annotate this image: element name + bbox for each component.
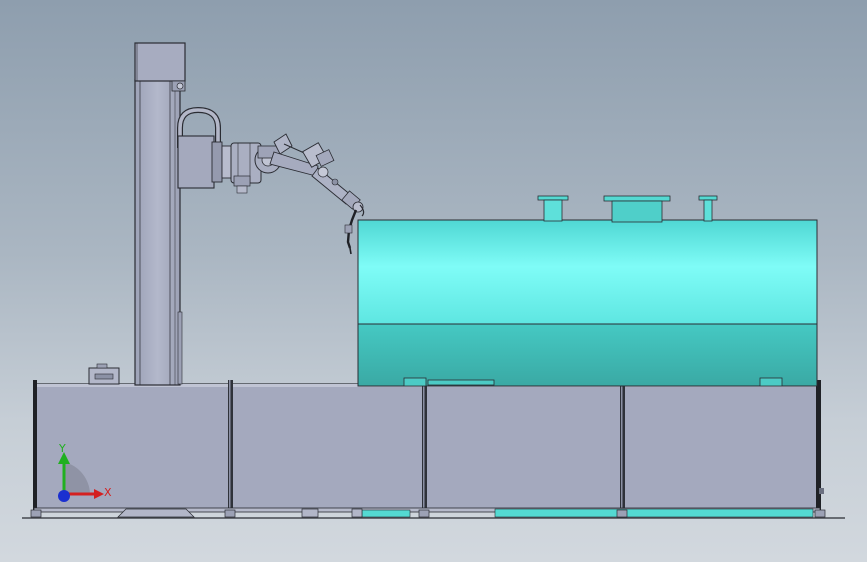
z-axis-dot [58, 490, 70, 502]
x-axis-label: X [104, 486, 112, 499]
coordinate-triad [58, 452, 104, 502]
triad-plane-arc [64, 462, 90, 494]
y-axis-label: Y [59, 442, 66, 455]
cad-viewport[interactable]: Y X [0, 0, 867, 562]
x-axis-arrowhead [94, 489, 104, 499]
